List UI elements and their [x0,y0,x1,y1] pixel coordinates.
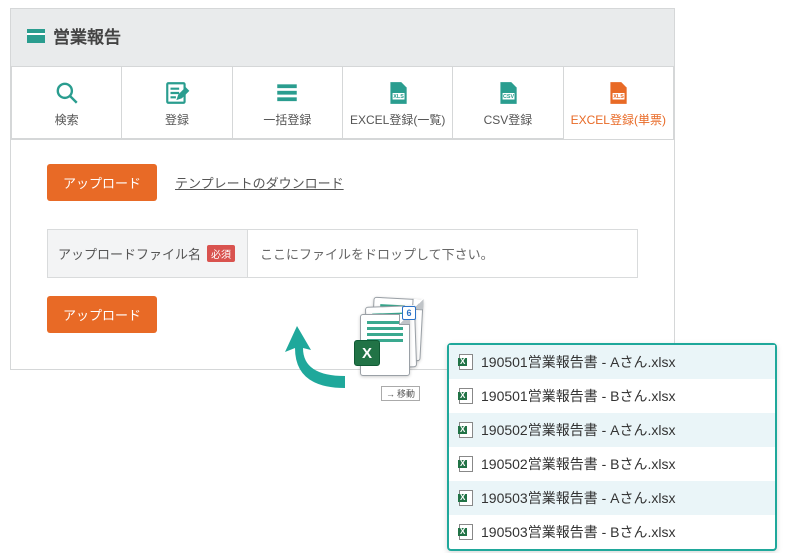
file-list-popup: 190501営業報告書 - Aさん.xlsx 190501営業報告書 - Bさん… [447,343,777,551]
csv-icon: CSV [495,81,521,105]
file-item[interactable]: 190502営業報告書 - Bさん.xlsx [449,447,775,481]
tabs: 検索 登録 一括登録 XLS EXCEL登録(一覧) CSV CSV登録 [11,66,674,139]
tab-label: 登録 [165,111,189,128]
file-name: 190501営業報告書 - Bさん.xlsx [481,386,676,406]
top-actions: アップロード テンプレートのダウンロード [47,164,654,201]
xlsx-icon [459,354,473,370]
file-name: 190501営業報告書 - Aさん.xlsx [481,352,676,372]
required-badge: 必須 [207,245,235,262]
tab-bulk-register[interactable]: 一括登録 [233,66,343,138]
file-count-badge: 6 [402,306,416,320]
file-item[interactable]: 190503営業報告書 - Aさん.xlsx [449,481,775,515]
tab-label: EXCEL登録(単票) [571,111,666,128]
drag-preview: X 6 → 移動 [325,308,445,408]
tab-register[interactable]: 登録 [122,66,232,138]
drop-arrow-icon [275,318,365,401]
tab-excel-single[interactable]: XLS EXCEL登録(単票) [564,66,674,138]
file-name: 190502営業報告書 - Bさん.xlsx [481,454,676,474]
file-item[interactable]: 190501営業報告書 - Bさん.xlsx [449,379,775,413]
file-name: 190503営業報告書 - Aさん.xlsx [481,488,676,508]
search-icon [54,81,80,105]
file-item[interactable]: 190502営業報告書 - Aさん.xlsx [449,413,775,447]
tab-label: 検索 [55,111,79,128]
upload-button[interactable]: アップロード [47,164,157,201]
svg-text:XLS: XLS [393,94,404,100]
file-drop-area[interactable]: ここにファイルをドロップして下さい。 [248,230,637,277]
svg-text:CSV: CSV [503,94,515,100]
tab-excel-list[interactable]: XLS EXCEL登録(一覧) [343,66,453,138]
file-name: 190503営業報告書 - Bさん.xlsx [481,522,676,542]
panel-header: 営業報告 [11,9,674,66]
excel-badge-icon: X [354,340,380,366]
document-stack-icon: X 6 [360,298,420,378]
xlsx-icon [459,524,473,540]
edit-icon [164,81,190,105]
move-cursor-label: → 移動 [381,386,420,401]
tab-search[interactable]: 検索 [11,66,122,138]
upload-button-2[interactable]: アップロード [47,296,157,333]
xlsx-icon [459,490,473,506]
file-item[interactable]: 190501営業報告書 - Aさん.xlsx [449,345,775,379]
form-label-text: アップロードファイル名 [58,244,201,263]
report-icon [27,29,45,43]
drop-hint: ここにファイルをドロップして下さい。 [260,247,494,262]
file-name: 190502営業報告書 - Aさん.xlsx [481,420,676,440]
xlsx-icon [459,456,473,472]
tab-csv[interactable]: CSV CSV登録 [453,66,563,138]
template-download-link[interactable]: テンプレートのダウンロード [175,173,344,192]
xls-icon: XLS [605,81,631,105]
tab-label: 一括登録 [263,111,311,128]
svg-text:XLS: XLS [614,94,625,100]
tab-label: CSV登録 [484,111,533,128]
xlsx-icon [459,422,473,438]
xlsx-icon [459,388,473,404]
xls-icon: XLS [385,81,411,105]
upload-form-row: アップロードファイル名 必須 ここにファイルをドロップして下さい。 [47,229,638,278]
page-title: 営業報告 [53,23,121,48]
form-label: アップロードファイル名 必須 [48,230,248,277]
tab-label: EXCEL登録(一覧) [350,111,445,128]
list-icon [274,81,300,105]
file-item[interactable]: 190503営業報告書 - Bさん.xlsx [449,515,775,549]
